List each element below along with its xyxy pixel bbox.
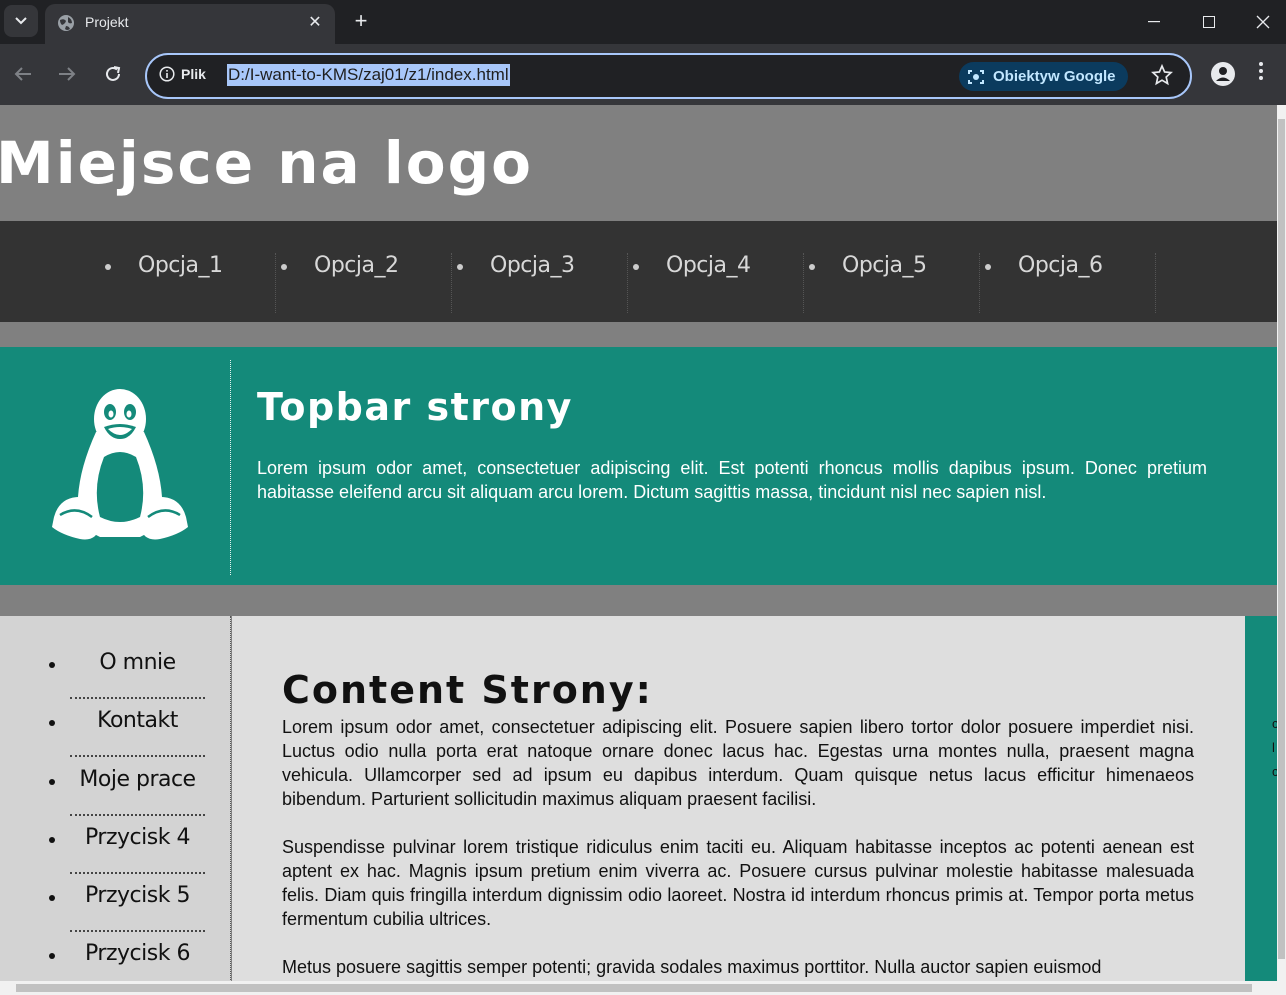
arrow-right-icon (59, 67, 76, 81)
reload-button[interactable] (99, 60, 127, 88)
star-icon[interactable] (1151, 64, 1173, 86)
content-paragraph: Suspendisse pulvinar lorem tristique rid… (282, 837, 1194, 929)
bullet (49, 662, 55, 668)
bullet (49, 720, 55, 726)
new-tab-button[interactable]: + (350, 8, 372, 34)
page-viewport: Miejsce na logo Opcja_1 Opcja_2 Opcja_3 … (0, 105, 1277, 981)
scrollbar-thumb[interactable] (16, 984, 1252, 992)
arrow-left-icon (14, 67, 31, 81)
sidebar-item-przycisk-4[interactable]: Przycisk 4 (49, 816, 205, 874)
bullet (49, 837, 55, 843)
bullet (49, 895, 55, 901)
main-content: Content Strony: Lorem ipsum odor amet, c… (232, 616, 1245, 981)
forward-button[interactable] (53, 60, 81, 88)
horizontal-scrollbar[interactable] (0, 981, 1286, 995)
vertical-scrollbar[interactable] (1277, 105, 1286, 981)
nav-item-label: Opcja_3 (490, 253, 575, 278)
reload-icon (106, 66, 121, 81)
logo-header: Miejsce na logo (0, 105, 1277, 221)
info-icon (159, 66, 175, 82)
sidebar-item-o-mnie[interactable]: O mnie (49, 641, 205, 699)
bullet (49, 953, 55, 959)
tab-search-button[interactable] (4, 5, 38, 37)
content-paragraph: Metus posuere sagittis semper potenti; g… (282, 957, 1102, 977)
back-button[interactable] (9, 60, 37, 88)
browser-toolbar: Plik D:/I-want-to-KMS/zaj01/z1/index.htm… (0, 44, 1286, 105)
penguin-icon (52, 389, 188, 540)
logo-placeholder: Miejsce na logo (0, 129, 533, 197)
sidebar-item-przycisk-5[interactable]: Przycisk 5 (49, 874, 205, 932)
nav-item-label: Opcja_1 (138, 253, 223, 278)
nav-item-opcja-4[interactable]: Opcja_4 (628, 253, 804, 313)
topbar-divider (230, 360, 231, 575)
topbar-title: Topbar strony (257, 385, 573, 429)
google-lens-button[interactable]: Obiektyw Google (959, 62, 1128, 91)
sidebar-item-przycisk-6[interactable]: Przycisk 6 (49, 932, 205, 981)
sidebar-item-label: Przycisk 5 (85, 883, 190, 908)
bullet (281, 264, 287, 270)
site-info-chip[interactable]: Plik (159, 66, 206, 82)
topbar-text: Lorem ipsum odor amet, consectetuer adip… (257, 458, 1207, 502)
sidebar-item-label: Moje prace (79, 767, 196, 792)
content-body: Lorem ipsum odor amet, consectetuer adip… (282, 715, 1194, 981)
nav-item-opcja-5[interactable]: Opcja_5 (804, 253, 980, 313)
sidebar-item-label: Przycisk 6 (85, 941, 190, 966)
nav-item-label: Opcja_6 (1018, 253, 1103, 278)
bullet (985, 264, 991, 270)
camera-search-icon (968, 69, 984, 84)
nav-list: Opcja_1 Opcja_2 Opcja_3 Opcja_4 Opcja_5 … (100, 253, 1156, 313)
tab-title: Projekt (85, 14, 129, 30)
bullet (809, 264, 815, 270)
kebab-icon[interactable] (1258, 61, 1264, 81)
nav-item-opcja-2[interactable]: Opcja_2 (276, 253, 452, 313)
topbar-section: Topbar strony Lorem ipsum odor amet, con… (0, 347, 1277, 585)
bullet (105, 264, 111, 270)
chevron-down-icon (15, 17, 27, 25)
sidebar-item-label: O mnie (99, 650, 176, 675)
content-title: Content Strony: (282, 668, 653, 712)
close-icon[interactable] (1240, 0, 1286, 44)
sidebar: O mnie Kontakt Moje prace Przycisk 4 Prz… (0, 616, 231, 981)
sidebar-item-label: Kontakt (97, 708, 178, 733)
nav-item-opcja-3[interactable]: Opcja_3 (452, 253, 628, 313)
google-lens-label: Obiektyw Google (993, 68, 1116, 85)
sidebar-item-label: Przycisk 4 (85, 825, 190, 850)
nav-item-label: Opcja_4 (666, 253, 751, 278)
nav-item-label: Opcja_2 (314, 253, 399, 278)
site-info-label: Plik (181, 66, 206, 82)
sidebar-item-kontakt[interactable]: Kontakt (49, 699, 205, 757)
url-text[interactable]: D:/I-want-to-KMS/zaj01/z1/index.html (227, 64, 510, 86)
bullet (49, 779, 55, 785)
nav-item-opcja-6[interactable]: Opcja_6 (980, 253, 1156, 313)
globe-icon (58, 15, 74, 31)
sidebar-item-moje-prace[interactable]: Moje prace (49, 758, 205, 816)
maximize-icon[interactable] (1186, 0, 1232, 44)
close-tab-icon[interactable]: ✕ (305, 12, 325, 32)
content-paragraph: Lorem ipsum odor amet, consectetuer adip… (282, 717, 1194, 809)
nav-item-opcja-1[interactable]: Opcja_1 (100, 253, 276, 313)
scrollbar-thumb[interactable] (1278, 119, 1285, 959)
tab-strip: Projekt ✕ + (0, 0, 1286, 44)
active-tab[interactable]: Projekt ✕ (45, 4, 335, 44)
bullet (457, 264, 463, 270)
person-icon[interactable] (1211, 62, 1235, 86)
address-bar[interactable]: Plik D:/I-want-to-KMS/zaj01/z1/index.htm… (145, 53, 1192, 99)
main-navigation: Opcja_1 Opcja_2 Opcja_3 Opcja_4 Opcja_5 … (0, 221, 1277, 322)
minimize-icon[interactable] (1131, 0, 1177, 44)
right-aside: c l c (1245, 616, 1277, 981)
nav-item-label: Opcja_5 (842, 253, 927, 278)
bullet (633, 264, 639, 270)
